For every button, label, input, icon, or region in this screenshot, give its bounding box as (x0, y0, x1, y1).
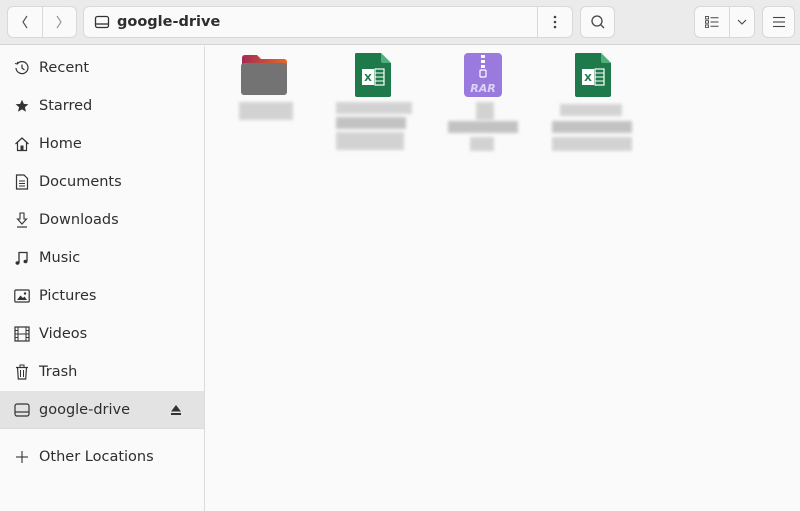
clock-icon (13, 59, 31, 77)
folder-icon (241, 55, 287, 95)
file-name-obscured (239, 102, 293, 120)
rar-archive-icon: RAR (464, 53, 502, 97)
plus-icon (13, 448, 31, 466)
chevron-down-icon (737, 19, 747, 25)
sidebar-item-recent[interactable]: Recent (0, 49, 204, 87)
spreadsheet-icon: X (355, 53, 391, 97)
spreadsheet-icon: X (575, 53, 611, 97)
star-icon (13, 97, 31, 115)
file-name-obscured (336, 117, 406, 129)
sidebar-item-label: Downloads (39, 212, 119, 228)
forward-button[interactable] (41, 7, 76, 37)
sidebar-item-pictures[interactable]: Pictures (0, 277, 204, 315)
sidebar-separator (0, 428, 204, 429)
search-icon (590, 15, 604, 29)
view-options-button[interactable] (728, 7, 754, 37)
back-button[interactable] (8, 7, 42, 37)
file-name-obscured (476, 102, 494, 120)
sidebar-item-trash[interactable]: Trash (0, 353, 204, 391)
svg-text:X: X (364, 73, 372, 84)
chevron-left-icon (22, 15, 28, 29)
main-menu-button[interactable] (762, 6, 795, 38)
sidebar-item-label: google-drive (39, 402, 131, 418)
path-menu-button[interactable] (537, 7, 572, 37)
sidebar-item-documents[interactable]: Documents (0, 163, 204, 201)
film-icon (13, 325, 31, 343)
sidebar: Recent Starred Home Documents Downloads … (0, 46, 205, 511)
file-name-obscured (448, 121, 518, 133)
file-name-obscured (552, 137, 632, 151)
file-name-obscured (336, 102, 412, 114)
view-buttons (694, 6, 755, 38)
file-name-obscured (560, 104, 622, 116)
location-title: google-drive (117, 14, 221, 30)
sidebar-item-label: Home (39, 136, 82, 152)
rar-label: RAR (470, 82, 495, 95)
picture-icon (13, 287, 31, 305)
hamburger-menu-icon (772, 16, 785, 28)
vertical-dots-icon (553, 15, 557, 29)
search-button[interactable] (580, 6, 615, 38)
sidebar-item-label: Pictures (39, 288, 97, 304)
file-name-obscured (552, 121, 632, 133)
sidebar-item-label: Trash (39, 364, 78, 380)
trash-icon (13, 363, 31, 381)
sidebar-item-downloads[interactable]: Downloads (0, 201, 204, 239)
sidebar-item-label: Music (39, 250, 81, 266)
location-bar[interactable]: google-drive (83, 6, 573, 38)
sidebar-item-videos[interactable]: Videos (0, 315, 204, 353)
sidebar-item-google-drive[interactable]: google-drive (0, 391, 204, 429)
list-view-icon (704, 16, 719, 28)
sidebar-item-home[interactable]: Home (0, 125, 204, 163)
file-name-obscured (470, 137, 494, 151)
eject-icon[interactable] (170, 403, 182, 417)
sidebar-item-label: Documents (39, 174, 122, 190)
drive-icon (94, 15, 110, 29)
header-bar: google-drive (0, 0, 800, 45)
sidebar-item-other-locations[interactable]: Other Locations (0, 438, 204, 476)
document-icon (13, 173, 31, 191)
sidebar-item-label: Starred (39, 98, 93, 114)
svg-text:X: X (584, 73, 592, 84)
sidebar-item-label: Recent (39, 60, 90, 76)
chevron-right-icon (56, 15, 63, 29)
download-icon (13, 211, 31, 229)
sidebar-item-label: Videos (39, 326, 88, 342)
home-icon (13, 135, 31, 153)
sidebar-item-starred[interactable]: Starred (0, 87, 204, 125)
list-view-button[interactable] (695, 7, 729, 37)
music-icon (13, 249, 31, 267)
file-view: X RAR X (206, 46, 800, 511)
nav-buttons (7, 6, 77, 38)
drive-icon (13, 401, 31, 419)
sidebar-item-music[interactable]: Music (0, 239, 204, 277)
sidebar-item-label: Other Locations (39, 449, 154, 465)
file-name-obscured (336, 132, 404, 150)
